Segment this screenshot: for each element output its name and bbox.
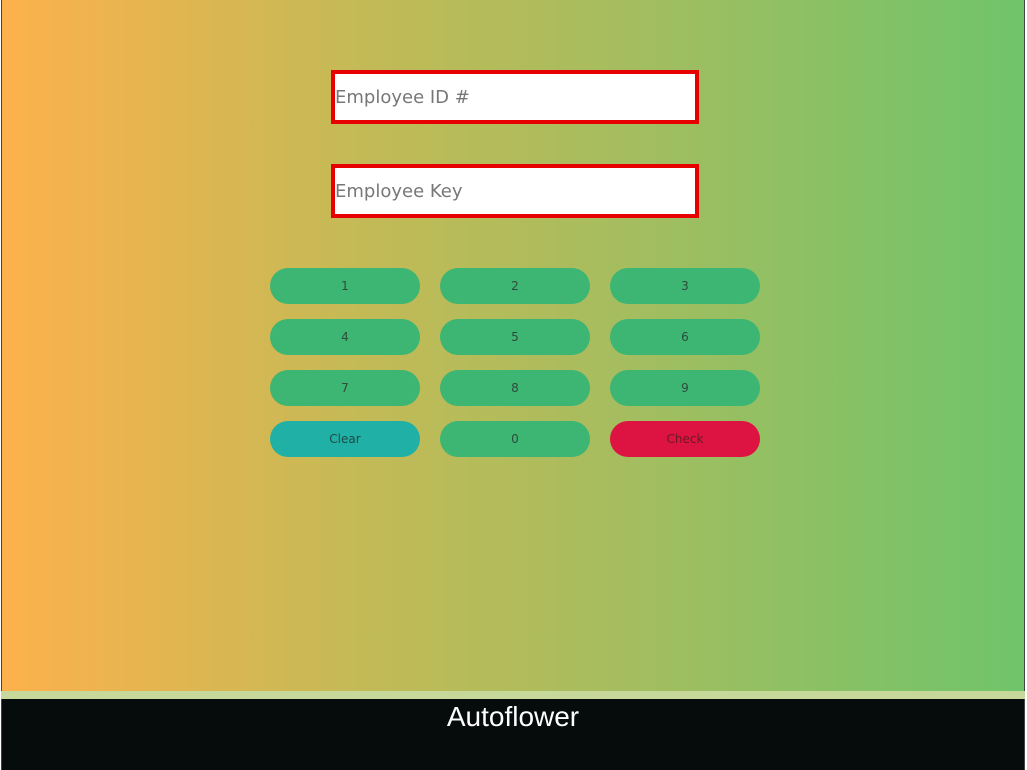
employee-key-input[interactable] bbox=[335, 168, 695, 214]
keypad-button-9[interactable]: 9 bbox=[610, 370, 760, 406]
footer: Autoflower bbox=[1, 699, 1025, 770]
keypad-button-7[interactable]: 7 bbox=[270, 370, 420, 406]
employee-key-field-box bbox=[331, 164, 699, 218]
employee-id-field-box bbox=[331, 70, 699, 124]
keypad-button-0[interactable]: 0 bbox=[440, 421, 590, 457]
clear-button[interactable]: Clear bbox=[270, 421, 420, 457]
keypad-button-2[interactable]: 2 bbox=[440, 268, 590, 304]
keypad-button-5[interactable]: 5 bbox=[440, 319, 590, 355]
brand-name: Autoflower bbox=[446, 701, 580, 732]
keypad-button-4[interactable]: 4 bbox=[270, 319, 420, 355]
keypad-button-3[interactable]: 3 bbox=[610, 268, 760, 304]
employee-id-input[interactable] bbox=[335, 74, 695, 120]
keypad-button-6[interactable]: 6 bbox=[610, 319, 760, 355]
footer-divider bbox=[1, 691, 1025, 699]
keypad-button-8[interactable]: 8 bbox=[440, 370, 590, 406]
check-button[interactable]: Check bbox=[610, 421, 760, 457]
keypad-button-1[interactable]: 1 bbox=[270, 268, 420, 304]
main-panel: 1 2 3 4 5 6 7 8 9 Clear 0 Check bbox=[1, 0, 1025, 691]
